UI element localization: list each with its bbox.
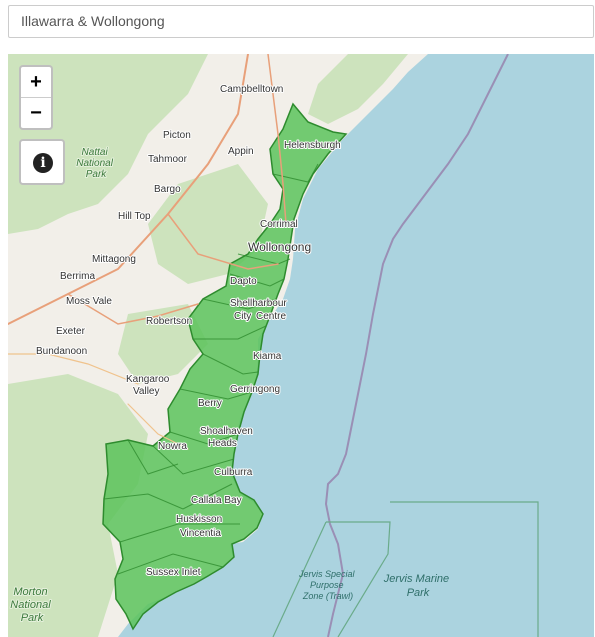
place-label-picton: Picton bbox=[163, 130, 191, 141]
place-label-moss-vale: Moss Vale bbox=[66, 296, 112, 307]
place-label-shoalhaven-heads: Shoalhaven Heads bbox=[200, 426, 256, 449]
place-label-bundanoon: Bundanoon bbox=[36, 346, 87, 357]
zoom-control: + − bbox=[19, 65, 53, 130]
map-view[interactable]: Campbelltown Picton Appin Tahmoor Bargo … bbox=[8, 54, 594, 637]
place-label-callala-bay: Callala Bay bbox=[191, 495, 242, 506]
place-label-vincentia: Vincentia bbox=[180, 528, 221, 539]
place-label-berrima: Berrima bbox=[60, 271, 95, 282]
place-label-nowra: Nowra bbox=[158, 441, 187, 452]
search-input[interactable]: Illawarra & Wollongong bbox=[8, 5, 594, 38]
zoom-in-button[interactable]: + bbox=[21, 67, 51, 97]
place-label-campbelltown: Campbelltown bbox=[220, 84, 283, 95]
place-label-tahmoor: Tahmoor bbox=[148, 154, 188, 165]
place-label-city-centre: City Centre bbox=[234, 311, 286, 322]
place-label-helensburgh: Helensburgh bbox=[284, 140, 341, 151]
place-label-mittagong: Mittagong bbox=[92, 254, 136, 265]
place-label-robertson: Robertson bbox=[146, 316, 192, 327]
zone-label-jervis-marine: Jervis Marine Park bbox=[383, 573, 452, 599]
place-label-dapto: Dapto bbox=[230, 276, 257, 287]
place-label-appin: Appin bbox=[228, 146, 254, 157]
map-canvas[interactable]: Campbelltown Picton Appin Tahmoor Bargo … bbox=[8, 54, 594, 637]
place-label-culburra: Culburra bbox=[214, 467, 253, 478]
place-label-hill-top: Hill Top bbox=[118, 211, 151, 222]
info-button[interactable]: i bbox=[19, 139, 65, 185]
place-label-shellharbour: Shellharbour bbox=[230, 298, 287, 309]
info-icon: i bbox=[33, 153, 53, 173]
place-label-wollongong: Wollongong bbox=[248, 240, 311, 254]
place-label-corrimal: Corrimal bbox=[260, 219, 298, 230]
zoom-out-button[interactable]: − bbox=[21, 97, 51, 128]
place-label-exeter: Exeter bbox=[56, 326, 86, 337]
place-label-gerringong: Gerringong bbox=[230, 384, 280, 395]
place-label-berry: Berry bbox=[198, 398, 222, 409]
place-label-sussex-inlet: Sussex Inlet bbox=[146, 567, 201, 578]
place-label-kiama: Kiama bbox=[253, 351, 282, 362]
place-label-bargo: Bargo bbox=[154, 184, 181, 195]
place-label-huskisson: Huskisson bbox=[176, 514, 222, 525]
zone-label-jervis-special: Jervis Special Purpose Zone (Trawl) bbox=[298, 569, 357, 601]
